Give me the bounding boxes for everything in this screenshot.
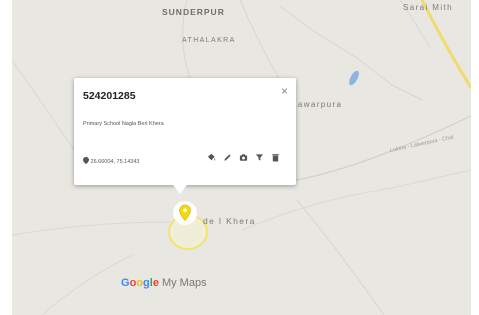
paint-bucket-icon[interactable] [207, 153, 216, 162]
water-body [349, 70, 359, 86]
popup-description: Primary School Nagla Beri Khera [83, 121, 164, 127]
place-label-lawarpura: Lawarpura [292, 100, 343, 109]
google-letter: G [121, 277, 130, 289]
place-label-sunderpur: SUNDERPUR [162, 7, 225, 17]
my-maps-text: My Maps [161, 277, 207, 289]
google-wordmark: Google [121, 277, 159, 289]
filter-icon[interactable] [255, 153, 264, 162]
trash-icon[interactable] [271, 153, 280, 162]
popup-toolbar [207, 153, 280, 162]
info-popup: 524201285 × Primary School Nagla Beri Kh… [74, 78, 296, 194]
close-icon[interactable]: × [281, 84, 288, 98]
popup-title: 524201285 [83, 90, 136, 102]
google-letter: g [143, 277, 150, 289]
google-my-maps-logo: Google My Maps [121, 277, 207, 289]
place-label-sarai-mith: Sarai Mith [403, 3, 454, 12]
camera-icon[interactable] [239, 153, 248, 162]
google-letter: e [152, 277, 159, 289]
highway-road [420, 0, 471, 89]
place-label-athalakra: ATHALAKRA [182, 37, 236, 44]
popup-coordinates: 26.66004, 75.14343 [83, 157, 139, 165]
popup-tail [173, 185, 187, 194]
marker-pin-icon[interactable] [172, 200, 198, 230]
map-canvas[interactable]: SUNDERPUR ATHALAKRA Sarai Mith Lawarpura… [12, 0, 471, 315]
coordinates-text: 26.66004, 75.14343 [90, 159, 140, 165]
location-marker-icon [83, 157, 89, 164]
pencil-icon[interactable] [223, 153, 232, 162]
place-label-khera: de l Khera [203, 216, 256, 226]
